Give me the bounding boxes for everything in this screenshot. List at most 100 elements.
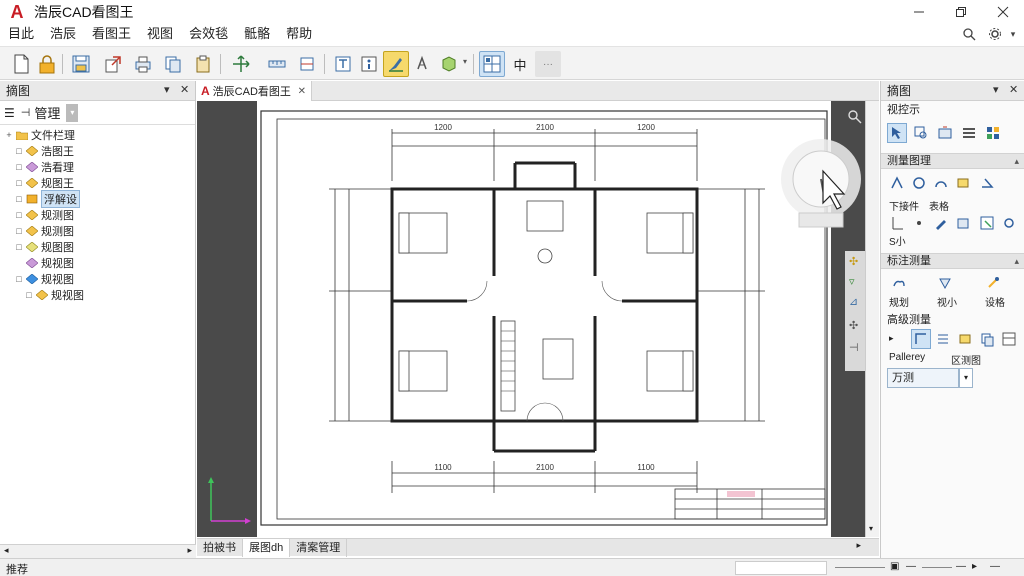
menu-item-extra[interactable]: 骶骼 (236, 24, 278, 44)
zoom-slider[interactable] (835, 567, 885, 568)
drawing-canvas[interactable]: 1200 2100 1200 1100 2100 1100 ✣ ▿ ⊿ ✣ ⊣ (197, 101, 865, 537)
section-advanced[interactable]: 高级测量 (881, 313, 1024, 329)
measure-mode-dropdown[interactable]: ▾ (959, 368, 973, 388)
properties-button[interactable] (983, 123, 1003, 143)
stamp-button[interactable] (953, 213, 973, 233)
highlight-button[interactable] (383, 51, 409, 77)
document-tab[interactable]: A 浩辰CAD看图王 ✕ (197, 81, 312, 101)
rotate-icon[interactable]: ✣ (849, 319, 858, 332)
status-icon-5[interactable]: — (990, 561, 1000, 572)
paste-button[interactable] (190, 51, 216, 77)
list-measure-button[interactable] (933, 329, 953, 349)
status-icon-2[interactable]: — (906, 561, 916, 572)
layers-button[interactable] (959, 123, 979, 143)
close-icon[interactable]: ✕ (1009, 83, 1018, 96)
maximize-button[interactable] (940, 0, 982, 24)
list-icon[interactable]: ☰ (4, 106, 15, 120)
cloud-mark-button[interactable] (889, 273, 909, 293)
settings-button[interactable] (984, 24, 1006, 44)
tree-root[interactable]: + 文件栏理 (4, 127, 75, 142)
zoom-extents-icon[interactable]: ⊿ (849, 295, 858, 308)
measure-mode-select[interactable]: 万测 (887, 368, 959, 388)
menu-item-help[interactable]: 帮助 (278, 24, 320, 44)
zoom-window-button[interactable] (911, 123, 931, 143)
search-button[interactable] (958, 24, 980, 44)
block-dropdown[interactable]: ▾ (463, 57, 467, 66)
block-button[interactable] (436, 51, 462, 77)
pin-icon[interactable]: ▾ (993, 83, 999, 96)
menu-item-viewer[interactable]: 看图王 (84, 24, 139, 44)
menu-item-file[interactable]: 目此 (0, 24, 42, 44)
pencil-button[interactable] (931, 213, 951, 233)
tree-item[interactable]: □ 规测图 (14, 207, 74, 222)
new-file-button[interactable] (8, 51, 34, 77)
zoom-extents-button[interactable] (935, 123, 955, 143)
scroll-down-icon[interactable]: ▾ (869, 524, 873, 533)
layer-button[interactable] (356, 51, 382, 77)
hierarchy-icon[interactable]: ⊣ (21, 106, 31, 119)
copy-button[interactable] (160, 51, 186, 77)
settings-table-button[interactable] (999, 213, 1019, 233)
walk-icon[interactable]: ⊣ (849, 341, 859, 354)
section-measure[interactable]: 测量图理 ▴ (881, 153, 1024, 169)
tree-item[interactable]: □ 规视图 (24, 287, 84, 302)
close-icon[interactable]: ✕ (298, 86, 306, 97)
orbit-icon[interactable]: ▿ (849, 275, 855, 288)
grid-button[interactable] (479, 51, 505, 77)
status-slider-b[interactable] (922, 567, 952, 568)
save-button[interactable] (68, 51, 94, 77)
scroll-right-icon[interactable]: ▸ (856, 540, 861, 551)
canvas-vertical-scrollbar[interactable]: ▾ (865, 101, 879, 537)
select-tool-button[interactable] (887, 123, 907, 143)
settings-dropdown[interactable]: ▾ (1006, 24, 1020, 44)
export-button[interactable] (100, 51, 126, 77)
measure-angle-button[interactable] (977, 173, 997, 193)
arrow-mark-button[interactable] (935, 273, 955, 293)
tree-item[interactable]: □ 浩图王 (14, 143, 74, 158)
status-icon-1[interactable]: ▣ (890, 561, 899, 572)
tree-item[interactable]: □ 浩看理 (14, 159, 74, 174)
pan-icon[interactable]: ✣ (849, 255, 858, 268)
open-file-button[interactable] (34, 51, 60, 77)
menu-item-view[interactable]: 视图 (139, 24, 181, 44)
coordinate-button[interactable] (887, 213, 907, 233)
tree-item[interactable]: 规视图 (24, 255, 74, 270)
tree-item-selected[interactable]: □ 浮解设 (14, 189, 80, 208)
measure-arc-button[interactable] (931, 173, 951, 193)
left-panel-scrollbar[interactable]: ◂ ▸ (0, 544, 196, 558)
pin-icon[interactable]: ▾ (164, 83, 170, 96)
table-measure-button[interactable] (999, 329, 1019, 349)
tab-model[interactable]: 拍被书 (197, 538, 243, 557)
close-button[interactable] (982, 0, 1024, 24)
scroll-left-icon[interactable]: ◂ (4, 545, 9, 556)
measure-radius-button[interactable] (909, 173, 929, 193)
move-button[interactable] (228, 51, 254, 77)
scroll-right-icon[interactable]: ▸ (187, 545, 192, 556)
more-button[interactable]: ··· (535, 51, 561, 77)
tree-item[interactable]: □ 规图王 (14, 175, 74, 190)
print-button[interactable] (130, 51, 156, 77)
dot-button[interactable] (909, 213, 929, 233)
center-button[interactable]: 中 (507, 51, 533, 77)
expand-arrow-icon[interactable]: ▸ (889, 333, 894, 344)
dimension-button[interactable] (294, 51, 320, 77)
tag-measure-button[interactable] (955, 329, 975, 349)
annotate-button[interactable] (410, 51, 436, 77)
status-icon-3[interactable]: — (956, 561, 966, 572)
zoom-button[interactable] (847, 109, 863, 125)
status-icon-4[interactable]: ▸ (972, 561, 977, 572)
minimize-button[interactable] (898, 0, 940, 24)
manager-dropdown[interactable]: ▾ (66, 103, 79, 122)
menu-item-haochen[interactable]: 浩辰 (42, 24, 84, 44)
collapse-icon[interactable]: ▴ (1014, 154, 1019, 168)
tab-manager[interactable]: 清案管理 (290, 538, 348, 557)
status-field[interactable] (735, 561, 827, 575)
copy-measure-button[interactable] (977, 329, 997, 349)
tree-item[interactable]: □ 规视图 (14, 271, 74, 286)
measure-distance-button[interactable] (887, 173, 907, 193)
tree-item[interactable]: □ 规测图 (14, 223, 74, 238)
close-icon[interactable]: ✕ (180, 83, 189, 96)
link-mark-button[interactable] (983, 273, 1003, 293)
collapse-icon[interactable]: ▴ (1014, 254, 1019, 268)
expand-icon[interactable]: + (4, 130, 14, 140)
